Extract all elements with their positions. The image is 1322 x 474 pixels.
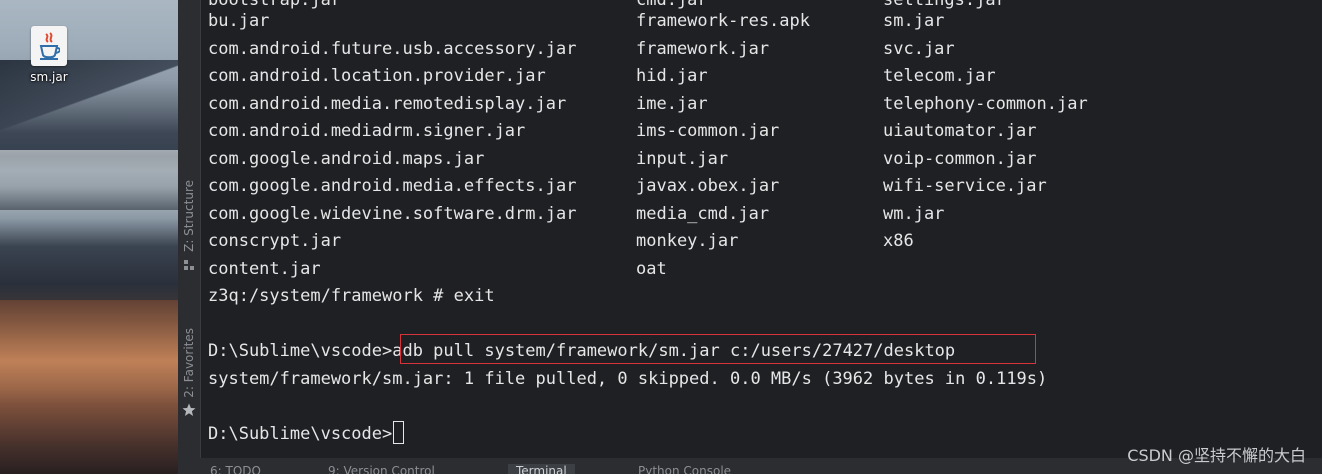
listing-cell: oat (636, 259, 667, 279)
desktop-file-label: sm.jar (30, 70, 68, 84)
structure-icon (183, 256, 195, 275)
terminal-cursor[interactable] (393, 420, 405, 444)
desktop-wallpaper: sm.jar (0, 0, 178, 474)
wallpaper-lake (0, 150, 178, 210)
listing-cell: com.android.future.usb.accessory.jar (208, 39, 577, 59)
input-prompt-line[interactable]: D:\Sublime\vscode> (208, 420, 405, 448)
listing-cell: ime.jar (636, 94, 708, 114)
terminal-panel[interactable]: bootstrap.jar cmd.jar settings.jar bu.ja… (201, 0, 1322, 458)
prompt-path: D:\Sublime\vscode> (208, 424, 393, 444)
listing-cell: com.android.location.provider.jar (208, 66, 546, 86)
star-icon (182, 402, 196, 421)
listing-cell: com.google.android.media.effects.jar (208, 176, 577, 196)
wallpaper-shore (0, 300, 178, 474)
favorites-tab-label: 2: Favorites (182, 328, 196, 398)
screen: sm.jar Z: Structure 2: Favorites bootstr… (0, 0, 1322, 474)
listing-cell: x86 (883, 231, 914, 251)
listing-cell: bu.jar (208, 11, 270, 31)
todo-tab[interactable]: 6: TODO (210, 464, 261, 474)
prompt-path: D:\Sublime\vscode (208, 341, 382, 361)
listing-cell: wifi-service.jar (883, 176, 1047, 196)
listing-cell: javax.obex.jar (636, 176, 780, 196)
listing-cell: com.google.widevine.software.drm.jar (208, 204, 577, 224)
listing-cell: monkey.jar (636, 231, 739, 251)
listing-cell: input.jar (636, 149, 729, 169)
ide-side-toolstrip: Z: Structure 2: Favorites (178, 0, 201, 474)
listing-cell: sm.jar (883, 11, 945, 31)
structure-tab[interactable]: Z: Structure (180, 180, 198, 275)
listing-cell: com.android.mediadrm.signer.jar (208, 121, 526, 141)
favorites-tab[interactable]: 2: Favorites (180, 328, 198, 421)
listing-cell: com.google.android.maps.jar (208, 149, 485, 169)
java-file-icon (31, 26, 67, 66)
listing-cell: telecom.jar (883, 66, 996, 86)
listing-cell: wm.jar (883, 204, 945, 224)
python-console-tab[interactable]: Python Console (638, 464, 731, 474)
listing-cell: content.jar (208, 259, 321, 279)
listing-cell: framework.jar (636, 39, 770, 59)
desktop-file-sm-jar[interactable]: sm.jar (26, 26, 72, 88)
csdn-watermark: CSDN @坚持不懈的大白 (1127, 446, 1306, 465)
terminal-tab[interactable]: Terminal (508, 464, 575, 474)
listing-cell: telephony-common.jar (883, 94, 1088, 114)
listing-cell: hid.jar (636, 66, 708, 86)
listing-cell: voip-common.jar (883, 149, 1037, 169)
listing-cell: svc.jar (883, 39, 955, 59)
listing-cell: conscrypt.jar (208, 231, 342, 251)
structure-tab-label: Z: Structure (182, 180, 196, 252)
listing-cell: com.android.media.remotedisplay.jar (208, 94, 567, 114)
version-control-tab[interactable]: 9: Version Control (328, 464, 435, 474)
listing-cell: uiautomator.jar (883, 121, 1037, 141)
listing-cell: framework-res.apk (636, 11, 810, 31)
pull-result-line: system/framework/sm.jar: 1 file pulled, … (208, 369, 1048, 389)
listing-cell: media_cmd.jar (636, 204, 770, 224)
exit-line: z3q:/system/framework # exit (208, 286, 495, 306)
command-highlight-box (400, 334, 1036, 364)
listing-cell: ims-common.jar (636, 121, 780, 141)
